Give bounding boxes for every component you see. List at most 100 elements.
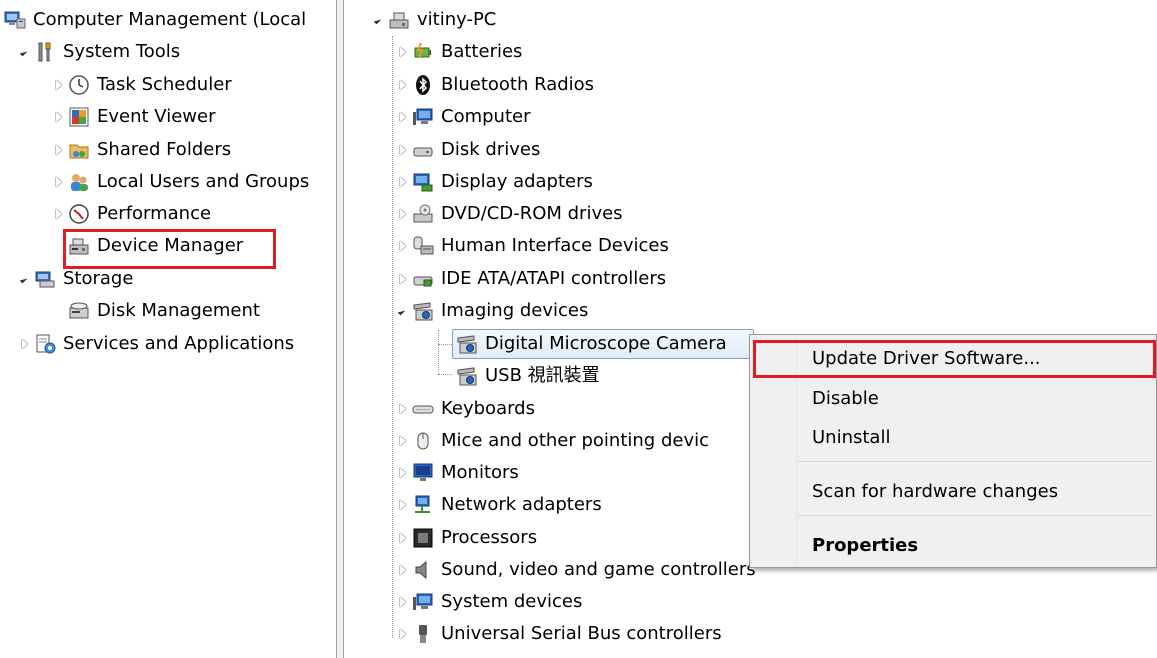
device-category-row[interactable]: Mice and other pointing devic: [394, 426, 709, 456]
expand-arrow-icon[interactable]: [16, 264, 34, 294]
expand-arrow-icon[interactable]: [370, 5, 388, 35]
collapsed-arrow-icon[interactable]: [50, 102, 68, 132]
device-category-row[interactable]: Monitors: [394, 458, 519, 488]
tree-label: Universal Serial Bus controllers: [441, 623, 722, 644]
computer-management-window: Computer Management (Local System Tools …: [0, 0, 1157, 658]
storage-icon: [34, 268, 56, 290]
tree-label: Services and Applications: [63, 333, 295, 354]
collapsed-arrow-icon[interactable]: [394, 37, 412, 67]
device-category-row[interactable]: Disk drives: [394, 135, 540, 165]
collapsed-arrow-icon[interactable]: [394, 555, 412, 585]
tree-item-local-users[interactable]: Local Users and Groups: [50, 167, 309, 197]
collapsed-arrow-icon[interactable]: [394, 167, 412, 197]
collapsed-arrow-icon[interactable]: [50, 70, 68, 100]
device-category-row[interactable]: Computer: [394, 102, 530, 132]
tree-label: vitiny-PC: [417, 9, 497, 30]
collapsed-arrow-icon[interactable]: [394, 264, 412, 294]
menu-item-uninstall[interactable]: Uninstall: [812, 424, 890, 452]
camera-icon: [456, 333, 478, 355]
device-category-row[interactable]: Bluetooth Radios: [394, 70, 594, 100]
tree-connector-line: [438, 344, 452, 345]
tree-label: Shared Folders: [97, 139, 232, 160]
tree-connector-line: [392, 36, 393, 638]
device-category-row[interactable]: Batteries: [394, 37, 522, 67]
collapsed-arrow-icon[interactable]: [50, 135, 68, 165]
device-category-row[interactable]: Universal Serial Bus controllers: [394, 619, 722, 649]
menu-item-scan-hardware[interactable]: Scan for hardware changes: [812, 478, 1058, 506]
menu-separator: [798, 515, 1152, 516]
imaging-device-icon: [412, 300, 434, 322]
tree-item-event-viewer[interactable]: Event Viewer: [50, 102, 215, 132]
tree-label: Computer: [441, 106, 531, 127]
collapsed-arrow-icon[interactable]: [394, 199, 412, 229]
services-icon: [34, 333, 56, 355]
tree-label: IDE ATA/ATAPI controllers: [441, 268, 667, 289]
speaker-icon: [412, 559, 434, 581]
tree-label: Processors: [441, 527, 538, 548]
collapsed-arrow-icon[interactable]: [50, 167, 68, 197]
device-category-row[interactable]: Network adapters: [394, 490, 602, 520]
tree-label: Display adapters: [441, 171, 593, 192]
collapsed-arrow-icon[interactable]: [50, 199, 68, 229]
device-category-row[interactable]: Display adapters: [394, 167, 593, 197]
device-category-row[interactable]: Processors: [394, 523, 537, 553]
tree-label: Human Interface Devices: [441, 235, 669, 256]
tree-label: System Tools: [63, 41, 181, 62]
tree-item-disk-management[interactable]: Disk Management: [68, 296, 260, 326]
collapsed-arrow-icon[interactable]: [394, 394, 412, 424]
system-devices-icon: [412, 591, 434, 613]
device-row-digital-microscope[interactable]: Digital Microscope Camera: [456, 329, 727, 359]
device-category-row[interactable]: IDE ATA/ATAPI controllers: [394, 264, 666, 294]
tree-item-services-apps[interactable]: Services and Applications: [16, 329, 294, 359]
collapsed-arrow-icon[interactable]: [394, 231, 412, 261]
tree-label: Keyboards: [441, 398, 535, 419]
tree-item-computer-management[interactable]: Computer Management (Local: [4, 5, 306, 35]
collapsed-arrow-icon[interactable]: [394, 70, 412, 100]
collapsed-arrow-icon[interactable]: [394, 490, 412, 520]
tree-item-storage[interactable]: Storage: [16, 264, 133, 294]
tree-item-shared-folders[interactable]: Shared Folders: [50, 135, 231, 165]
collapsed-arrow-icon[interactable]: [394, 102, 412, 132]
tree-item-task-scheduler[interactable]: Task Scheduler: [50, 70, 232, 100]
device-manager-highlight: [63, 229, 276, 269]
collapsed-arrow-icon[interactable]: [394, 523, 412, 553]
tree-label: Digital Microscope Camera: [485, 333, 727, 354]
tools-icon: [34, 41, 56, 63]
console-tree-pane: Computer Management (Local System Tools …: [0, 0, 336, 658]
tree-item-computer-root[interactable]: vitiny-PC: [370, 5, 496, 35]
mouse-icon: [412, 430, 434, 452]
collapsed-arrow-icon[interactable]: [394, 619, 412, 649]
device-category-row-imaging[interactable]: Imaging devices: [394, 296, 588, 326]
collapsed-arrow-icon[interactable]: [394, 587, 412, 617]
device-category-row[interactable]: Keyboards: [394, 394, 535, 424]
pane-splitter[interactable]: [336, 0, 344, 658]
device-row-usb-video[interactable]: USB 視訊裝置: [456, 361, 600, 391]
expand-arrow-icon[interactable]: [16, 37, 34, 67]
device-category-row[interactable]: Sound, video and game controllers: [394, 555, 756, 585]
tree-label: Sound, video and game controllers: [441, 559, 756, 580]
tree-label: Bluetooth Radios: [441, 74, 595, 95]
tree-label: Disk drives: [441, 139, 541, 160]
collapsed-arrow-icon[interactable]: [394, 458, 412, 488]
usb-plug-icon: [412, 623, 434, 645]
expand-arrow-icon[interactable]: [394, 296, 412, 326]
performance-gauge-icon: [68, 203, 90, 225]
tree-connector-line: [438, 374, 452, 375]
menu-item-disable[interactable]: Disable: [812, 385, 879, 413]
collapsed-arrow-icon[interactable]: [394, 135, 412, 165]
device-category-row[interactable]: Human Interface Devices: [394, 231, 669, 261]
battery-icon: [412, 41, 434, 63]
tree-item-system-tools[interactable]: System Tools: [16, 37, 180, 67]
collapsed-arrow-icon[interactable]: [16, 329, 34, 359]
tree-label: System devices: [441, 591, 583, 612]
device-category-row[interactable]: System devices: [394, 587, 582, 617]
tree-label: Mice and other pointing devic: [441, 430, 709, 451]
tree-label: USB 視訊裝置: [485, 365, 600, 386]
menu-item-properties[interactable]: Properties: [812, 532, 918, 560]
dvd-drive-icon: [412, 203, 434, 225]
tree-item-performance[interactable]: Performance: [50, 199, 211, 229]
collapsed-arrow-icon[interactable]: [394, 426, 412, 456]
bluetooth-icon: [412, 74, 434, 96]
device-category-row[interactable]: DVD/CD-ROM drives: [394, 199, 623, 229]
computer-management-icon: [4, 9, 26, 31]
